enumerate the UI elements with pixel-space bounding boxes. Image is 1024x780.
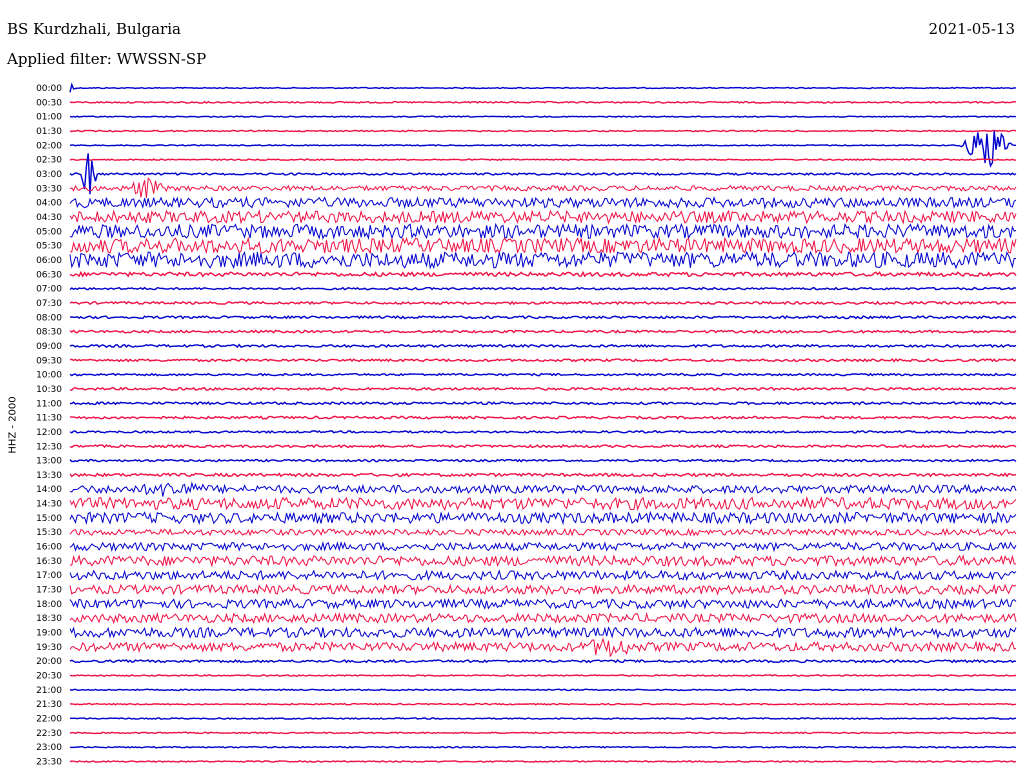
row-time-label: 05:00 — [36, 227, 62, 237]
row-time-label: 22:00 — [36, 715, 62, 725]
trace-row — [69, 702, 1017, 706]
trace-row — [69, 510, 1017, 526]
trace-row — [69, 597, 1017, 611]
row-time-label: 16:00 — [36, 543, 62, 553]
trace-row — [69, 236, 1017, 255]
trace-row — [69, 429, 1017, 434]
row-time-label: 01:30 — [36, 127, 62, 137]
row-time-label: 19:00 — [36, 629, 62, 639]
trace-row — [69, 540, 1017, 553]
trace-row — [69, 745, 1017, 749]
row-time-label: 04:30 — [36, 213, 62, 223]
row-time-label: 08:30 — [36, 328, 62, 338]
row-time-label: 01:00 — [36, 113, 62, 123]
trace-row — [69, 611, 1017, 625]
row-time-label: 16:30 — [36, 557, 62, 567]
row-time-label: 18:30 — [36, 614, 62, 624]
row-time-label: 11:00 — [36, 399, 62, 409]
row-time-label: 21:00 — [36, 686, 62, 696]
row-time-label: 23:30 — [36, 758, 62, 768]
trace-row — [69, 82, 1017, 93]
row-time-label: 18:00 — [36, 600, 62, 610]
helicorder-plot: 00:00 00:30 01:00 01:30 02:00 02:30 03:00 03:30… — [36, 82, 1017, 768]
row-time-label: 07:30 — [36, 299, 62, 309]
trace-row — [69, 222, 1017, 241]
trace-row — [69, 458, 1017, 463]
row-time-label: 03:00 — [36, 170, 62, 180]
trace-row — [69, 315, 1017, 320]
row-time-label: 12:00 — [36, 428, 62, 438]
trace-row — [69, 674, 1017, 677]
trace-row — [69, 495, 1017, 512]
trace-row — [69, 472, 1017, 478]
trace-row — [69, 554, 1017, 568]
trace-row — [69, 329, 1017, 334]
row-time-label: 10:00 — [36, 371, 62, 381]
row-time-label: 21:30 — [36, 700, 62, 710]
row-time-label: 02:30 — [36, 156, 62, 166]
trace-row — [69, 658, 1017, 664]
row-time-label: 06:00 — [36, 256, 62, 266]
row-time-label: 20:30 — [36, 672, 62, 682]
trace-row — [69, 625, 1017, 640]
trace-row — [69, 637, 1017, 658]
helicorder-page: BS Kurdzhali, Bulgaria 2021-05-13 Applie… — [0, 0, 1024, 780]
row-time-label: 23:00 — [36, 743, 62, 753]
trace-row — [69, 444, 1017, 449]
row-time-label: 06:30 — [36, 270, 62, 280]
trace-row — [69, 569, 1017, 582]
row-time-label: 17:00 — [36, 571, 62, 581]
row-time-label: 02:00 — [36, 141, 62, 151]
row-time-label: 19:30 — [36, 643, 62, 653]
trace-row — [69, 343, 1017, 349]
trace-row — [69, 415, 1017, 420]
trace-row — [69, 386, 1017, 392]
trace-row — [69, 286, 1017, 291]
trace-row — [69, 195, 1017, 210]
row-time-label: 05:30 — [36, 242, 62, 252]
row-time-label: 15:30 — [36, 528, 62, 538]
trace-row — [69, 129, 1017, 133]
trace-row — [69, 400, 1017, 406]
row-time-label: 14:30 — [36, 500, 62, 510]
row-time-label: 12:30 — [36, 442, 62, 452]
row-time-label: 13:30 — [36, 471, 62, 481]
trace-row — [69, 527, 1017, 537]
row-time-label: 20:00 — [36, 657, 62, 667]
trace-row — [69, 688, 1017, 692]
trace-row — [69, 270, 1017, 278]
trace-row — [69, 177, 1017, 199]
trace-row — [69, 731, 1017, 735]
row-time-label: 10:30 — [36, 385, 62, 395]
row-time-label: 04:00 — [36, 199, 62, 209]
trace-row — [69, 583, 1017, 596]
row-time-label: 11:30 — [36, 414, 62, 424]
trace-row — [69, 250, 1017, 270]
row-time-label: 14:00 — [36, 485, 62, 495]
row-time-label: 13:00 — [36, 457, 62, 467]
row-time-label: 22:30 — [36, 729, 62, 739]
trace-row — [70, 358, 1017, 363]
trace-row — [69, 717, 1017, 720]
row-time-label: 03:30 — [36, 184, 62, 194]
trace-row — [69, 760, 1017, 763]
row-time-label: 17:30 — [36, 586, 62, 596]
trace-row — [69, 100, 1016, 104]
row-time-label: 09:30 — [36, 356, 62, 366]
trace-row — [69, 300, 1017, 306]
row-time-label: 09:00 — [36, 342, 62, 352]
row-time-label: 07:00 — [36, 285, 62, 295]
row-time-label: 00:30 — [36, 98, 62, 108]
trace-row — [69, 158, 1016, 162]
row-time-label: 08:00 — [36, 313, 62, 323]
row-time-label: 15:00 — [36, 514, 62, 524]
trace-row — [69, 481, 1017, 497]
trace-row — [69, 209, 1017, 225]
trace-row — [69, 372, 1017, 377]
trace-row — [69, 115, 1017, 118]
row-time-label: 00:00 — [36, 84, 62, 94]
